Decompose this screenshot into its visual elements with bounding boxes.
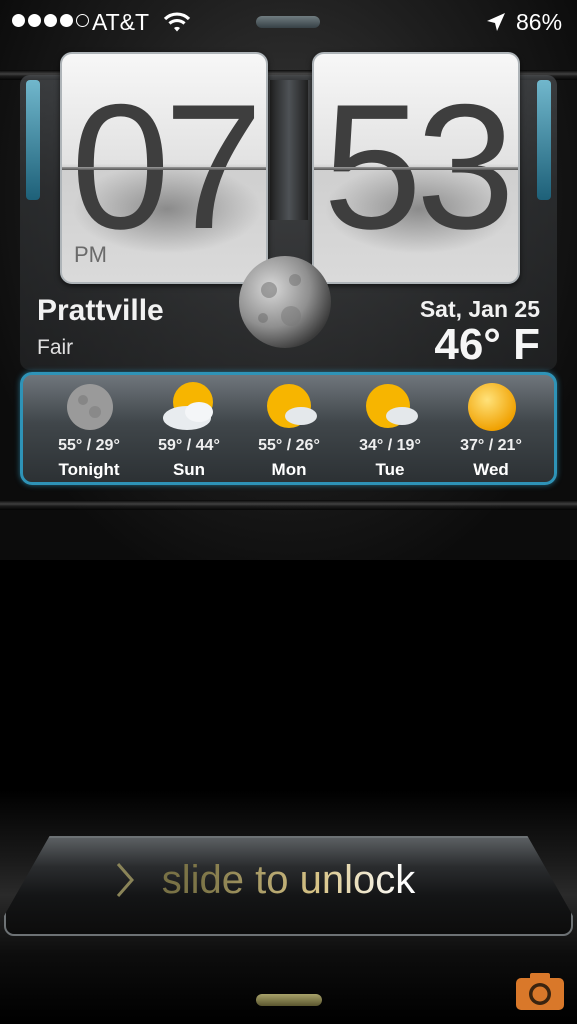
weather-temperature: 46° F [434,320,540,369]
forecast-day-name: Tonight [58,460,120,479]
forecast-day-name: Wed [473,460,509,479]
clock-minutes: 53 [323,67,515,266]
signal-strength [12,14,89,27]
notification-center-grabber[interactable] [256,16,320,28]
forecast-day: 37° / 21° Wed [441,375,541,482]
camera-icon[interactable] [514,970,566,1012]
forecast-range: 55° / 26° [258,437,320,454]
slide-to-unlock-label: slide to unlock [0,858,577,903]
signal-dot-empty [76,14,89,27]
forecast-range: 59° / 44° [158,437,220,454]
forecast-range: 37° / 21° [460,437,522,454]
signal-dot [12,14,25,27]
flip-clock-hinge [270,80,308,220]
signal-dot [44,14,57,27]
location-arrow-icon [487,13,505,31]
forecast-day-name: Sun [172,460,206,479]
forecast-day: 55° / 26° Mon [239,375,339,482]
clock-ampm: PM [74,242,107,267]
control-center-grabber[interactable] [256,994,322,1006]
clock-minutes-card: 53 [312,52,520,284]
forecast-day-name: Mon [271,460,307,479]
forecast-day: 55° / 29° Tonight [39,375,139,482]
moon-icon [67,384,113,430]
forecast-strip[interactable]: 55° / 29° Tonight 59° / 44° Sun 55° / 26… [20,372,557,485]
forecast-day: 59° / 44° Sun [139,375,239,482]
clock-hours: 07 [71,67,263,266]
sun-icon [468,383,516,431]
weather-condition: Fair [37,336,74,359]
widget-side-light [26,80,40,200]
weather-date: Sat, Jan 25 [419,296,540,322]
widget-side-light [537,80,551,200]
carrier-name: AT&T [92,9,150,35]
wifi-icon [163,12,191,32]
signal-dot [60,14,73,27]
forecast-day-name: Tue [375,460,405,479]
wallpaper-band [0,500,577,510]
battery-percentage: 86% [516,9,563,35]
moon-icon [239,256,331,348]
weather-city: Prattville [37,294,164,327]
status-bar: AT&T 86% [0,0,577,42]
partly-cloudy-icon [267,384,317,428]
signal-dot [28,14,41,27]
forecast-range: 34° / 19° [359,437,421,454]
forecast-day: 34° / 19° Tue [340,375,440,482]
partly-cloudy-icon [163,382,213,430]
forecast-range: 55° / 29° [58,437,120,454]
partly-cloudy-icon [366,384,418,428]
